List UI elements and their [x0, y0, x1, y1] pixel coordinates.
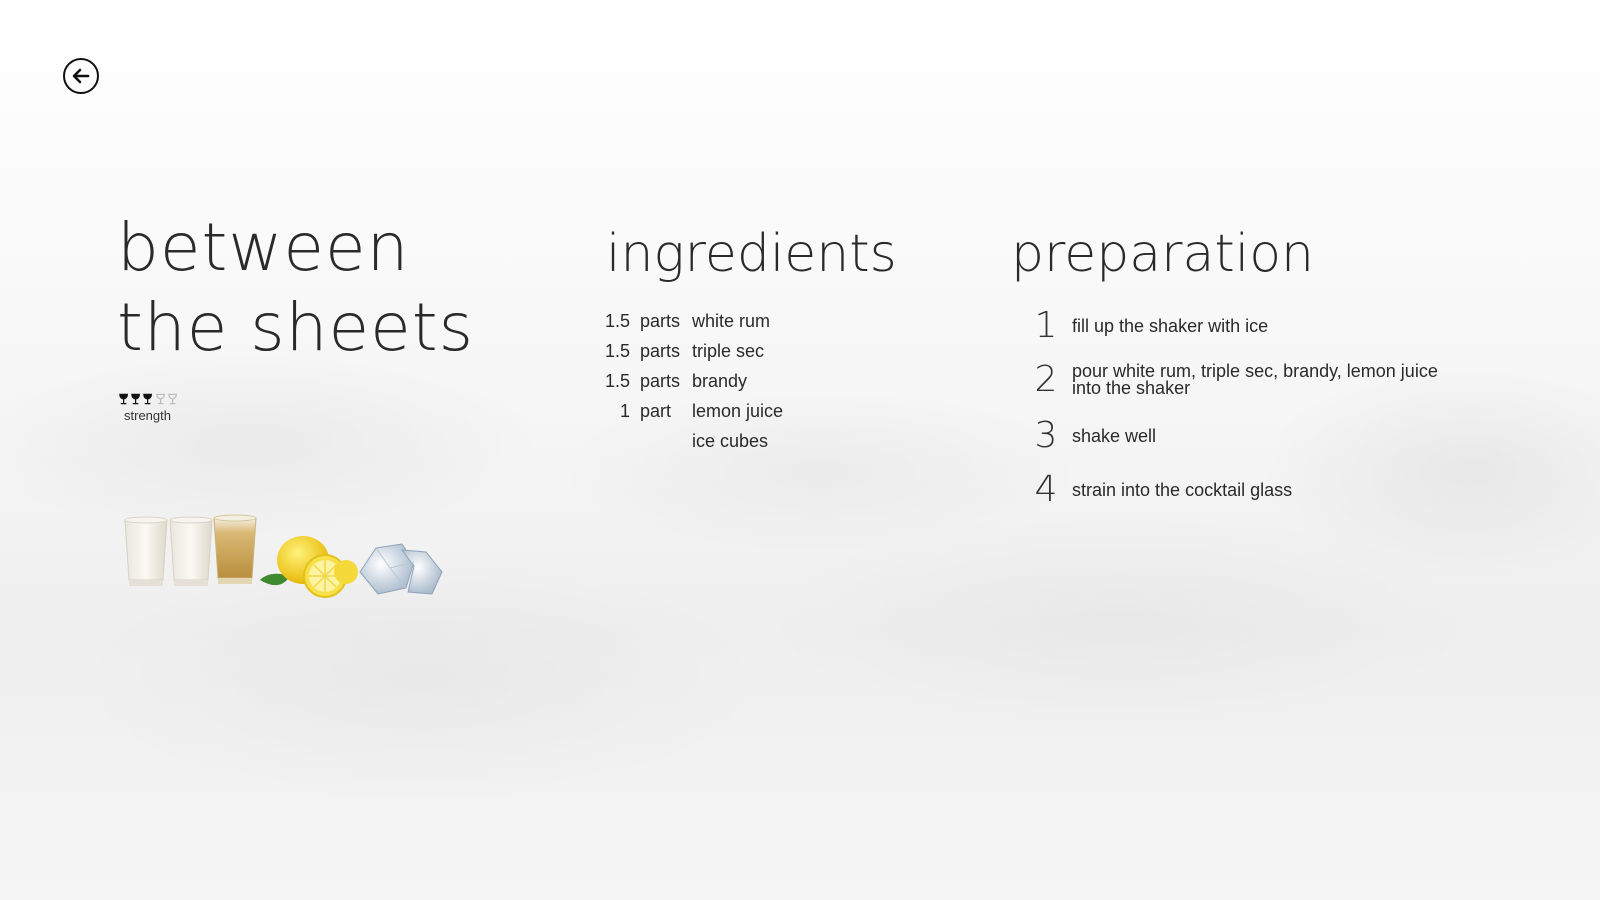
- ingredient-unit: parts: [640, 370, 681, 391]
- arrow-left-icon: [72, 68, 90, 84]
- step-text-line: into the shaker: [1072, 378, 1191, 398]
- shot-glass-icon: [169, 516, 213, 586]
- step-text: strain into the cocktail glass: [1072, 479, 1293, 500]
- ingredient-name: triple sec: [692, 340, 765, 361]
- ingredient-unit: part: [640, 400, 672, 421]
- ingredients-list: 1.5 parts white rum 1.5 parts triple sec…: [600, 306, 783, 456]
- preparation-steps: 1 fill up the shaker with ice 2 pour whi…: [1020, 305, 1490, 512]
- ingredient-row: ice cubes: [600, 426, 783, 456]
- lemon-icon: [260, 536, 358, 598]
- step-number: 4: [1034, 469, 1058, 510]
- ingredient-row: 1 part lemon juice: [600, 396, 783, 426]
- ingredient-row: 1.5 parts white rum: [600, 306, 783, 336]
- ingredient-unit: [640, 426, 692, 456]
- cocktail-glass-icon: [168, 393, 177, 405]
- ingredient-quantity: 1: [619, 400, 630, 421]
- preparation-step: 1 fill up the shaker with ice: [1020, 305, 1490, 346]
- title-line-1: between: [117, 209, 410, 286]
- preparation-step: 2 pour white rum, triple sec, brandy, le…: [1020, 352, 1490, 408]
- ingredient-name: ice cubes: [692, 430, 769, 451]
- ingredient-unit: parts: [640, 310, 681, 331]
- ingredient-quantity: 1.5: [604, 370, 630, 391]
- cocktail-title: between the sheets: [117, 208, 474, 368]
- ingredient-quantity: 1.5: [604, 310, 630, 331]
- ingredient-row: 1.5 parts triple sec: [600, 336, 783, 366]
- cocktail-glass-icon: [119, 393, 128, 405]
- cocktail-glass-icon: [155, 393, 165, 405]
- ingredients-heading: ingredients: [606, 224, 897, 284]
- step-text: pour white rum, triple sec, brandy, lemo…: [1072, 362, 1438, 398]
- step-text: shake well: [1072, 425, 1157, 446]
- strength-rating: strength: [118, 393, 178, 423]
- ingredient-unit: parts: [640, 340, 681, 361]
- ingredient-quantity: 1.5: [604, 340, 630, 361]
- ingredient-row: 1.5 parts brandy: [600, 366, 783, 396]
- ice-cubes-icon: [359, 543, 443, 595]
- step-number: 2: [1034, 359, 1058, 400]
- title-line-2: the sheets: [117, 289, 474, 366]
- strength-glasses: [118, 393, 178, 405]
- step-text: fill up the shaker with ice: [1072, 315, 1269, 336]
- shot-glass-icon: [124, 516, 168, 586]
- ingredient-quantity: [600, 426, 640, 456]
- ingredient-name: white rum: [692, 310, 771, 331]
- ingredient-name: brandy: [692, 370, 748, 391]
- shot-glass-icon: [213, 514, 257, 584]
- step-number: 3: [1034, 415, 1058, 456]
- preparation-heading: preparation: [1011, 224, 1314, 284]
- cocktail-glass-icon: [131, 393, 141, 405]
- ingredient-name: lemon juice: [692, 400, 784, 421]
- strength-label: strength: [124, 408, 171, 423]
- cocktail-glass-icon: [143, 393, 153, 405]
- preparation-step: 3 shake well: [1020, 414, 1490, 458]
- ingredients-photo: [120, 510, 460, 620]
- preparation-step: 4 strain into the cocktail glass: [1020, 468, 1490, 512]
- back-button[interactable]: [63, 58, 99, 94]
- step-number: 1: [1034, 305, 1058, 346]
